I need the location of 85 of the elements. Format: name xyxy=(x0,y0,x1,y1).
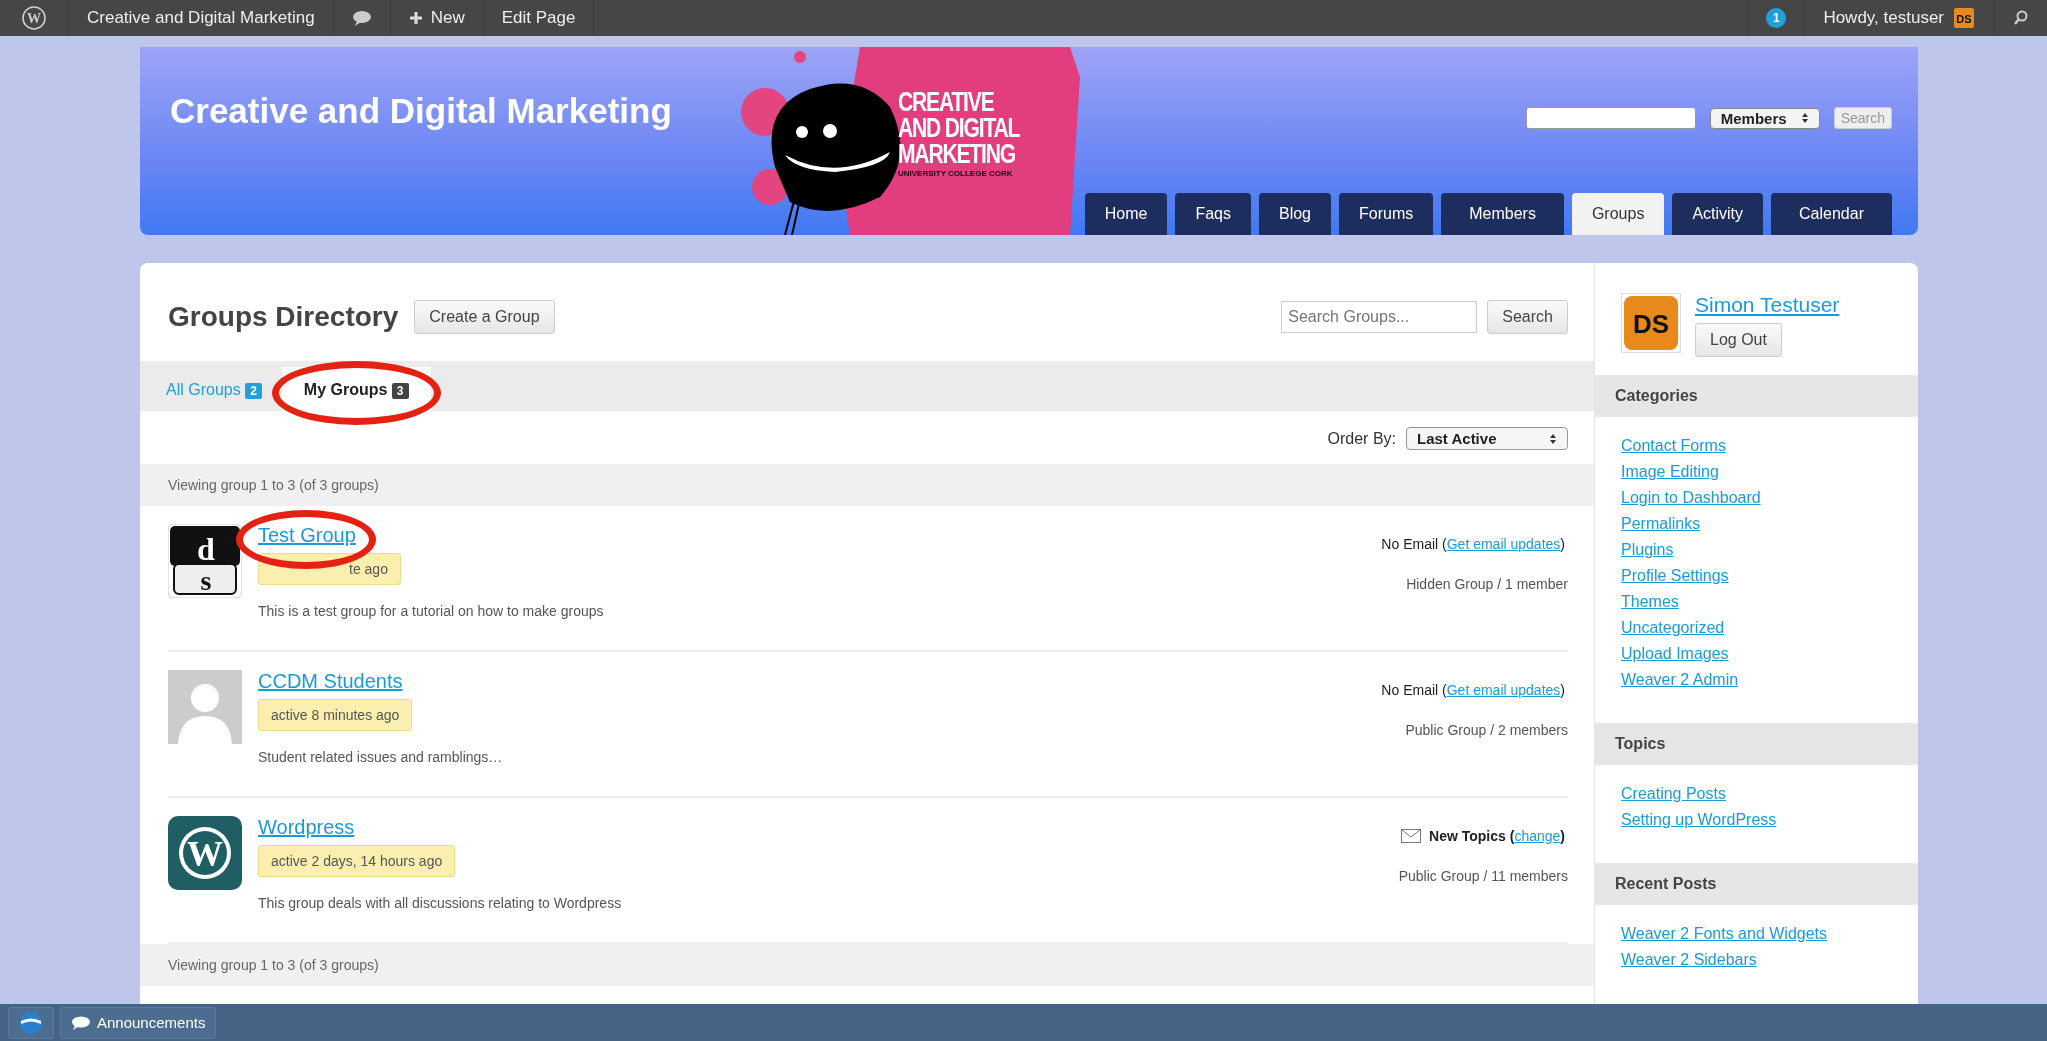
nav-tab[interactable]: Faqs xyxy=(1175,193,1251,235)
create-group-button[interactable]: Create a Group xyxy=(414,300,555,334)
group-description: This is a test group for a tutorial on how to make groups xyxy=(258,603,605,619)
group-name-link[interactable]: Wordpress xyxy=(258,816,355,838)
sidebar-link[interactable]: Plugins xyxy=(1621,541,1674,559)
updown-caret-icon xyxy=(1800,112,1809,124)
count-badge: 3 xyxy=(391,383,409,399)
nav-tab[interactable]: Blog xyxy=(1258,193,1331,235)
group-description: This group deals with all discussions relating to Wordpress xyxy=(258,895,623,911)
logo-subtitle: UNIVERSITY COLLEGE CORK xyxy=(898,169,1014,178)
widget-heading: Recent Posts xyxy=(1615,875,1717,893)
nav-tab[interactable]: Calendar xyxy=(1771,193,1892,235)
count-badge: 2 xyxy=(245,383,262,399)
group-type-text: Public Group / 11 members xyxy=(1398,868,1568,884)
filter-tab[interactable]: All Groups 2 xyxy=(150,367,278,411)
search-button[interactable]: Search xyxy=(1487,300,1568,334)
toolbar-logo-button[interactable] xyxy=(8,1006,54,1039)
sidebar-link[interactable]: Weaver 2 Admin xyxy=(1621,671,1739,689)
logo-text: MARKETING xyxy=(898,141,1016,167)
nav-tab[interactable]: Forums xyxy=(1339,193,1434,235)
order-by-label: Order By: xyxy=(1327,429,1396,448)
sidebar-link[interactable]: Image Editing xyxy=(1621,463,1719,481)
sidebar-link[interactable]: Setting up WordPress xyxy=(1621,811,1777,829)
search-groups-field[interactable]: Search Groups... xyxy=(1281,301,1478,333)
edit-page-link[interactable]: Edit Page xyxy=(483,0,595,36)
nav-tab[interactable]: Members xyxy=(1441,193,1564,235)
pagination-text: Viewing group 1 to 3 (of 3 groups) xyxy=(168,477,379,493)
envelope-icon xyxy=(1401,829,1422,843)
activity-badge: active 2 days, 14 hours ago xyxy=(258,845,456,877)
user-avatar-icon: DS xyxy=(1954,8,1974,28)
site-title: Creative and Digital Marketing xyxy=(169,90,673,132)
sidebar-link[interactable]: Upload Images xyxy=(1621,645,1729,663)
sidebar-link[interactable]: Login to Dashboard xyxy=(1621,489,1761,507)
announcements-button[interactable]: Announcements xyxy=(60,1006,217,1039)
email-settings-link[interactable]: Get email updates xyxy=(1446,682,1561,698)
updown-caret-icon xyxy=(1549,432,1557,445)
widget-heading: Topics xyxy=(1615,735,1666,753)
group-type-text: Hidden Group / 1 member xyxy=(1405,576,1568,592)
user-name-link[interactable]: Simon Testuser xyxy=(1695,293,1840,317)
email-settings-link[interactable]: Get email updates xyxy=(1446,536,1561,552)
user-avatar-icon: DS xyxy=(1621,293,1681,353)
sidebar-link[interactable]: Weaver 2 Fonts and Widgets xyxy=(1621,925,1828,943)
logo-text: CREATIVE xyxy=(898,89,995,115)
scope-dropdown[interactable]: Members xyxy=(1709,107,1820,129)
logo-text: AND DIGITAL xyxy=(898,115,1021,141)
sidebar-link[interactable]: Uncategorized xyxy=(1621,619,1725,637)
order-by-dropdown[interactable]: Last Active xyxy=(1406,427,1568,450)
nav-tab[interactable]: Home xyxy=(1084,193,1168,235)
log-out-button[interactable]: Log Out xyxy=(1695,323,1782,357)
sidebar-link[interactable]: Permalinks xyxy=(1621,515,1701,533)
group-description: Student related issues and ramblings… xyxy=(258,749,504,765)
site-title-link[interactable]: Creative and Digital Marketing xyxy=(69,0,334,36)
search-field[interactable] xyxy=(1525,107,1696,129)
email-status: No Email (Get email updates) xyxy=(1381,682,1565,698)
activity-badge: active 8 minutes ago xyxy=(258,699,413,731)
speech-bubble-icon xyxy=(71,1015,91,1030)
account-menu[interactable]: Howdy, testuser DS xyxy=(1805,0,1995,36)
group-name-link[interactable]: CCDM Students xyxy=(258,670,403,692)
nav-tab[interactable]: Groups xyxy=(1571,193,1665,235)
page-heading: Groups Directory xyxy=(168,301,399,333)
wordpress-logo-icon: W xyxy=(168,816,242,890)
email-status: No Email (Get email updates) xyxy=(1381,536,1565,552)
nav-tab[interactable]: Activity xyxy=(1672,193,1764,235)
search-button[interactable]: Search xyxy=(1833,107,1892,129)
globe-icon xyxy=(19,1010,43,1035)
sidebar-link[interactable]: Contact Forms xyxy=(1621,437,1726,455)
email-settings-link[interactable]: change xyxy=(1514,828,1561,844)
group-avatar-icon: d s xyxy=(168,524,242,598)
new-link[interactable]: New xyxy=(390,0,484,36)
sidebar-link[interactable]: Themes xyxy=(1621,593,1679,611)
wordpress-logo-icon: W xyxy=(22,6,46,30)
notification-badge[interactable]: 1 xyxy=(1766,8,1787,28)
search-icon xyxy=(2013,10,2029,26)
sidebar-link[interactable]: Weaver 2 Sidebars xyxy=(1621,951,1757,969)
pagination-text: Viewing group 1 to 3 (of 3 groups) xyxy=(168,957,379,973)
new-label: New xyxy=(430,8,465,28)
plus-icon xyxy=(408,11,423,25)
group-name-link[interactable]: Test Group xyxy=(258,524,356,546)
email-status: New Topics (change) xyxy=(1429,828,1565,844)
group-type-text: Public Group / 2 members xyxy=(1404,722,1568,738)
sidebar-link[interactable]: Profile Settings xyxy=(1621,567,1729,585)
sidebar-link[interactable]: Creating Posts xyxy=(1621,785,1726,803)
comment-bubble-icon xyxy=(351,10,372,26)
person-silhouette-icon xyxy=(168,670,242,744)
widget-heading: Categories xyxy=(1615,387,1698,405)
